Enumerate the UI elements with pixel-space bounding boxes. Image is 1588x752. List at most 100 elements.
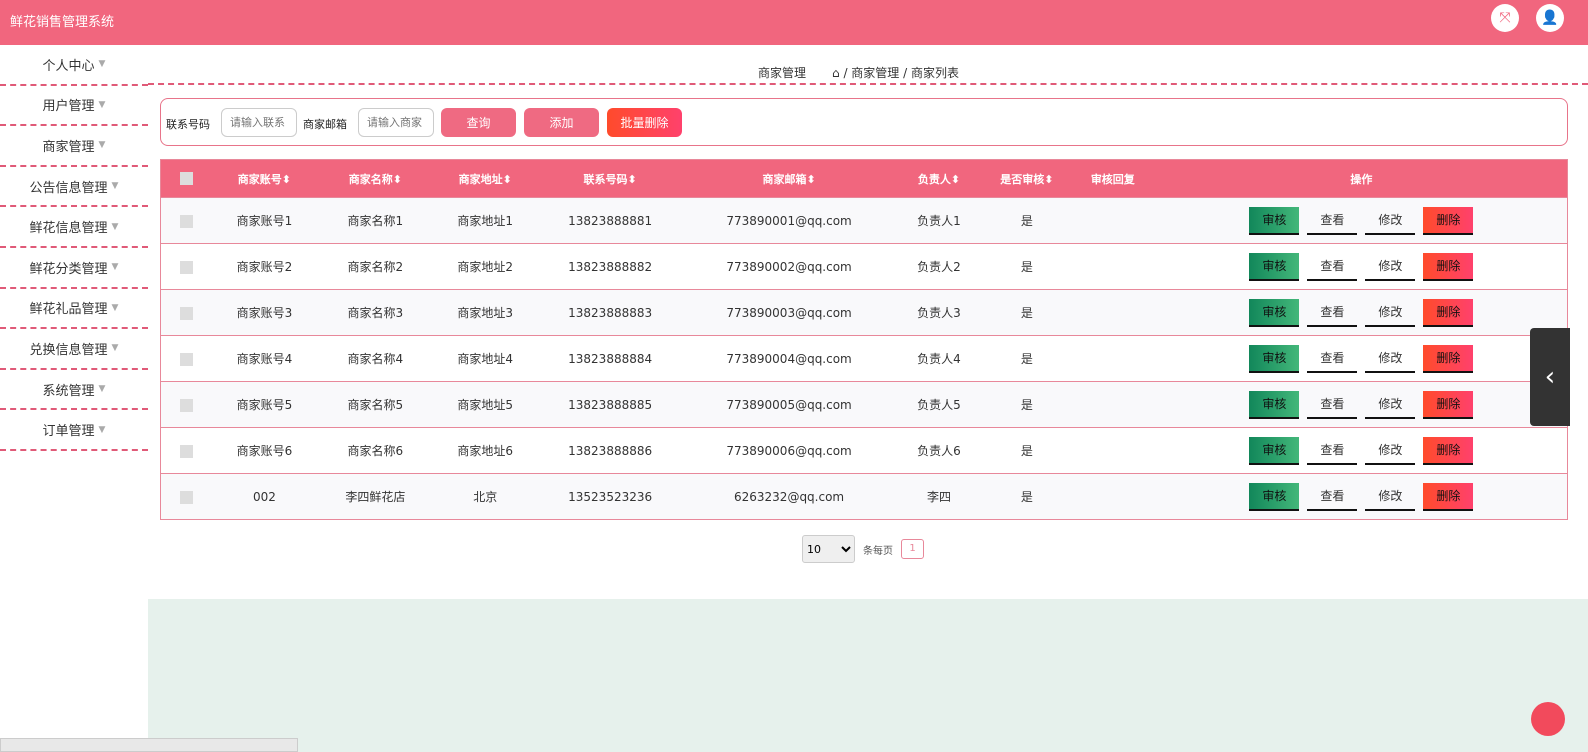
view-button[interactable]: 查看 bbox=[1307, 207, 1358, 235]
audit-button[interactable]: 审核 bbox=[1249, 390, 1300, 419]
sort-icon[interactable]: ⬍ bbox=[806, 173, 815, 186]
delete-button[interactable]: 删除 bbox=[1423, 206, 1474, 235]
row-select-cell bbox=[160, 197, 213, 244]
sidebar-item[interactable]: 鲜花礼品管理 ▼ bbox=[0, 289, 148, 330]
page-size-select[interactable]: 10 bbox=[802, 535, 855, 563]
row-select-cell bbox=[160, 289, 213, 336]
phone-input[interactable] bbox=[221, 108, 297, 137]
view-button[interactable]: 查看 bbox=[1307, 253, 1358, 281]
sort-icon[interactable]: ⬍ bbox=[393, 173, 402, 186]
sort-icon[interactable]: ⬍ bbox=[282, 173, 291, 186]
sidebar-item[interactable]: 订单管理 ▼ bbox=[0, 410, 148, 451]
email-input[interactable] bbox=[358, 108, 434, 137]
sidebar-item[interactable]: 系统管理 ▼ bbox=[0, 370, 148, 411]
edit-button[interactable]: 修改 bbox=[1365, 207, 1416, 235]
audit-button[interactable]: 审核 bbox=[1249, 436, 1300, 465]
sort-icon[interactable]: ⬍ bbox=[1044, 173, 1053, 186]
row-select-cell bbox=[160, 335, 213, 382]
audit-button[interactable]: 审核 bbox=[1249, 206, 1300, 235]
sidebar-item[interactable]: 兑换信息管理 ▼ bbox=[0, 329, 148, 370]
sidebar-item[interactable]: 个人中心 ▼ bbox=[0, 45, 148, 86]
phone-label: 联系号码 bbox=[166, 118, 210, 131]
view-button[interactable]: 查看 bbox=[1307, 345, 1358, 373]
column-header[interactable]: 联系号码⬍ bbox=[536, 159, 685, 198]
table-cell: 是 bbox=[983, 197, 1070, 244]
view-button[interactable]: 查看 bbox=[1307, 483, 1358, 511]
row-checkbox[interactable] bbox=[180, 260, 194, 274]
view-button[interactable]: 查看 bbox=[1307, 437, 1358, 465]
edit-button[interactable]: 修改 bbox=[1365, 253, 1416, 281]
home-icon[interactable]: ⌂ bbox=[832, 66, 840, 80]
side-panel-toggle[interactable]: ‹ bbox=[1530, 328, 1570, 426]
table-cell bbox=[1069, 197, 1156, 244]
table-cell: 负责人2 bbox=[894, 243, 984, 290]
row-checkbox[interactable] bbox=[180, 306, 194, 320]
audit-button[interactable]: 审核 bbox=[1249, 252, 1300, 281]
floating-widget[interactable] bbox=[1531, 702, 1565, 736]
user-menu-button[interactable]: 👤 bbox=[1536, 4, 1564, 32]
column-header[interactable]: 商家账号⬍ bbox=[212, 159, 317, 198]
column-header[interactable]: 商家地址⬍ bbox=[434, 159, 537, 198]
edit-button[interactable]: 修改 bbox=[1365, 345, 1416, 373]
row-checkbox[interactable] bbox=[180, 444, 194, 458]
sidebar-item[interactable]: 鲜花信息管理 ▼ bbox=[0, 207, 148, 248]
delete-button[interactable]: 删除 bbox=[1423, 344, 1474, 373]
add-button[interactable]: 添加 bbox=[524, 108, 599, 137]
audit-button[interactable]: 审核 bbox=[1249, 344, 1300, 373]
sort-icon[interactable]: ⬍ bbox=[628, 173, 637, 186]
caret-down-icon: ▼ bbox=[98, 424, 106, 435]
table-cell: 13523523236 bbox=[536, 473, 685, 520]
query-button[interactable]: 查询 bbox=[441, 108, 516, 137]
edit-button[interactable]: 修改 bbox=[1365, 483, 1416, 511]
table-cell: 商家名称6 bbox=[316, 427, 435, 474]
view-button[interactable]: 查看 bbox=[1307, 391, 1358, 419]
row-checkbox[interactable] bbox=[180, 490, 194, 504]
column-header[interactable]: 负责人⬍ bbox=[894, 159, 984, 198]
table-cell: 商家地址5 bbox=[434, 381, 537, 428]
caret-down-icon: ▼ bbox=[111, 343, 119, 354]
sidebar-item[interactable]: 公告信息管理 ▼ bbox=[0, 167, 148, 208]
row-checkbox[interactable] bbox=[180, 214, 194, 228]
table-cell: 商家名称3 bbox=[316, 289, 435, 336]
batch-delete-button[interactable]: 批量删除 bbox=[607, 108, 682, 137]
table-cell: 13823888884 bbox=[536, 335, 685, 382]
view-button[interactable]: 查看 bbox=[1307, 299, 1358, 327]
breadcrumb-path[interactable]: / 商家管理 / 商家列表 bbox=[843, 66, 959, 80]
edit-button[interactable]: 修改 bbox=[1365, 437, 1416, 465]
row-checkbox[interactable] bbox=[180, 352, 194, 366]
sort-icon[interactable]: ⬍ bbox=[503, 173, 512, 186]
table-row: 002 李四鲜花店 北京 13523523236 6263232@qq.com 李四是 审… bbox=[160, 473, 1568, 520]
table-cell: 负责人5 bbox=[894, 381, 984, 428]
edit-button[interactable]: 修改 bbox=[1365, 391, 1416, 419]
fullscreen-button[interactable]: ⤧ bbox=[1491, 4, 1519, 32]
edit-button[interactable]: 修改 bbox=[1365, 299, 1416, 327]
column-header-label: 商家账号 bbox=[237, 172, 282, 186]
table-row: 商家账号2 商家名称2 商家地址2 13823888882 773890002@qq.c… bbox=[160, 243, 1568, 290]
table-cell: 商家账号2 bbox=[212, 243, 317, 290]
select-all-header bbox=[160, 159, 213, 198]
caret-down-icon: ▼ bbox=[111, 262, 119, 273]
table-cell: 13823888883 bbox=[536, 289, 685, 336]
table-cell: 13823888885 bbox=[536, 381, 685, 428]
delete-button[interactable]: 删除 bbox=[1423, 482, 1474, 511]
delete-button[interactable]: 删除 bbox=[1423, 436, 1474, 465]
sidebar-item[interactable]: 鲜花分类管理 ▼ bbox=[0, 248, 148, 289]
row-checkbox[interactable] bbox=[180, 398, 194, 412]
page-button[interactable]: 1 bbox=[901, 539, 924, 559]
audit-button[interactable]: 审核 bbox=[1249, 482, 1300, 511]
sidebar-item[interactable]: 用户管理 ▼ bbox=[0, 86, 148, 127]
audit-button[interactable]: 审核 bbox=[1249, 298, 1300, 327]
sidebar-item-label: 订单管理 bbox=[42, 424, 95, 440]
delete-button[interactable]: 删除 bbox=[1423, 298, 1474, 327]
sort-icon[interactable]: ⬍ bbox=[951, 173, 960, 186]
delete-button[interactable]: 删除 bbox=[1423, 390, 1474, 419]
column-header[interactable]: 是否审核⬍ bbox=[983, 159, 1070, 198]
column-header[interactable]: 商家邮箱⬍ bbox=[684, 159, 895, 198]
delete-button[interactable]: 删除 bbox=[1423, 252, 1474, 281]
sidebar-item[interactable]: 商家管理 ▼ bbox=[0, 126, 148, 167]
table-cell: 商家地址3 bbox=[434, 289, 537, 336]
per-page-label: 条每页 bbox=[863, 545, 893, 557]
select-all-checkbox[interactable] bbox=[180, 172, 194, 186]
column-header[interactable]: 商家名称⬍ bbox=[316, 159, 435, 198]
actions-cell: 审核 查看 修改 删除 bbox=[1155, 427, 1568, 474]
